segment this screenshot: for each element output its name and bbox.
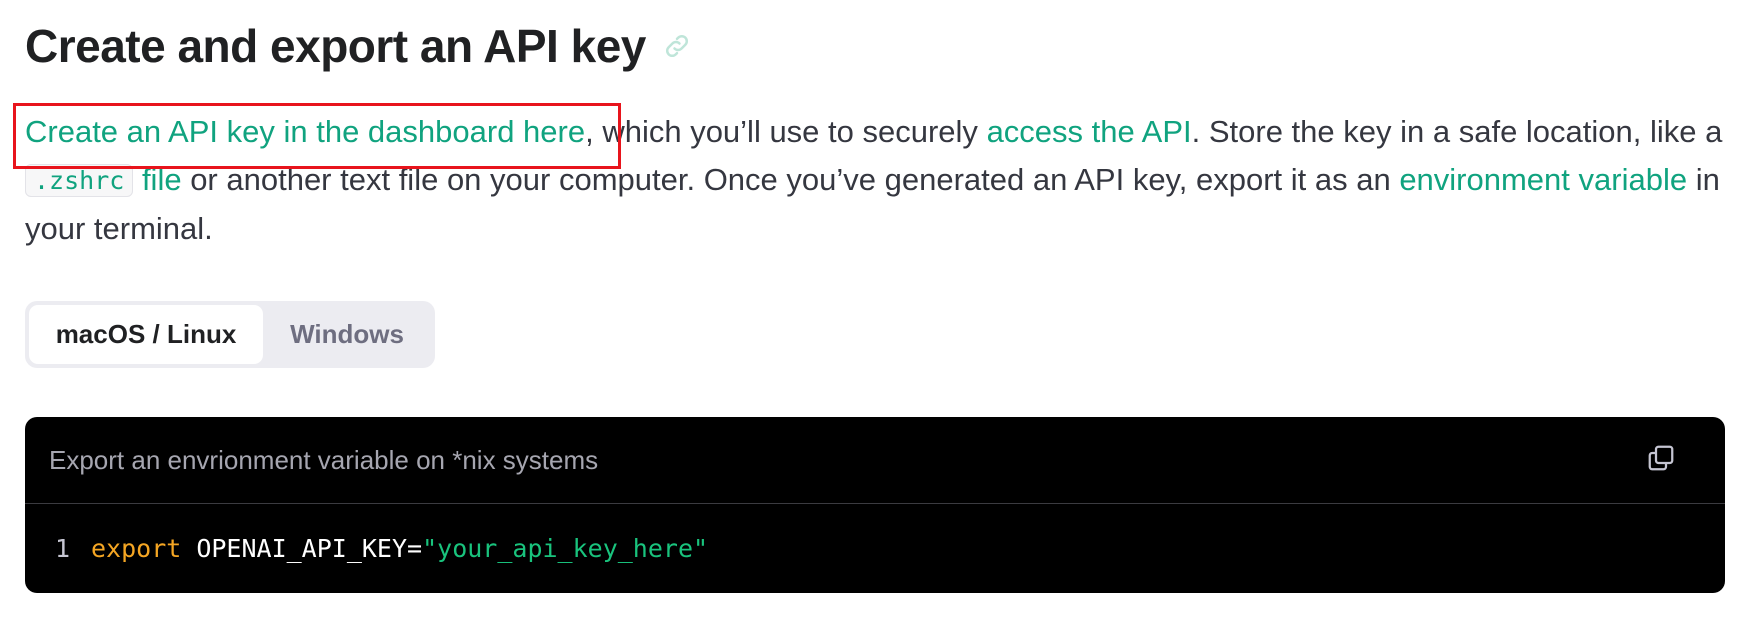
code-caption: Export an envrionment variable on *nix s… — [49, 444, 599, 475]
environment-variable-link[interactable]: environment variable — [1399, 162, 1687, 197]
intro-text-2: . Store the key in a safe location, like… — [1191, 114, 1723, 149]
intro-text-4: or another text file on your computer. O… — [181, 162, 1400, 197]
intro-paragraph: Create an API key in the dashboard here,… — [25, 108, 1725, 253]
copy-icon — [1646, 443, 1676, 478]
file-link[interactable]: file — [142, 162, 182, 197]
code-variable: OPENAI_API_KEY= — [196, 533, 423, 563]
code-keyword: export — [91, 533, 182, 563]
dashboard-link[interactable]: Create an API key in the dashboard here — [25, 114, 585, 149]
tab-windows[interactable]: Windows — [263, 305, 431, 364]
zshrc-code: .zshrc — [25, 164, 134, 197]
intro-text-1: , which you’ll use to securely — [585, 114, 987, 149]
access-api-link[interactable]: access the API — [987, 114, 1192, 149]
heading-row: Create and export an API key — [25, 18, 692, 74]
intro-text-3 — [133, 162, 142, 197]
page-title: Create and export an API key — [25, 20, 646, 72]
link-icon[interactable] — [662, 31, 692, 61]
copy-button[interactable] — [1643, 442, 1679, 478]
line-number: 1 — [55, 533, 71, 563]
code-line: 1 export OPENAI_API_KEY= "your_api_key_h… — [25, 504, 1725, 592]
os-tabs: macOS / Linux Windows — [25, 301, 435, 368]
code-block: Export an envrionment variable on *nix s… — [25, 417, 1725, 593]
code-header: Export an envrionment variable on *nix s… — [25, 417, 1725, 504]
tab-macos-linux[interactable]: macOS / Linux — [29, 305, 263, 364]
code-string: "your_api_key_here" — [422, 533, 709, 563]
